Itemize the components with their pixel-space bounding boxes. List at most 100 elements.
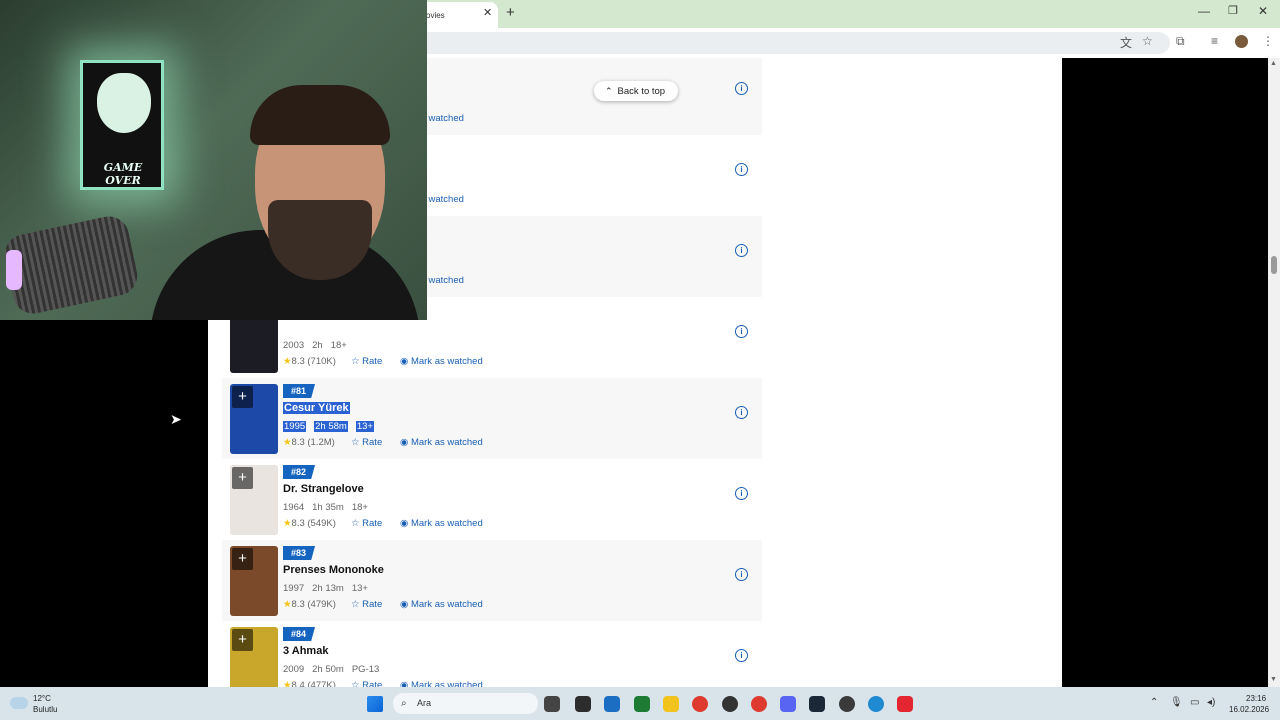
scroll-down-arrow-icon[interactable]: ▼ <box>1270 676 1277 683</box>
address-bar[interactable] <box>400 32 1170 54</box>
movie-actions: ★8.3 (549K) ☆ Rate ◉ Mark as watched <box>283 518 483 529</box>
close-window-button[interactable]: ✕ <box>1258 4 1268 18</box>
microphone-icon[interactable]: 🎙 <box>1170 697 1183 708</box>
movie-duration: 1h 35m <box>312 502 344 513</box>
translate-icon[interactable]: 文 <box>1120 34 1132 51</box>
chrome-icon[interactable] <box>692 696 708 712</box>
taskbar-search[interactable]: ⌕ Ara <box>393 693 538 714</box>
capcut-icon[interactable] <box>575 696 591 712</box>
movie-year: 1997 <box>283 583 305 594</box>
rank-badge: #82 <box>283 465 316 479</box>
movie-votes: (710K) <box>307 356 336 367</box>
rate-label: Rate <box>362 356 383 367</box>
mark-as-watched-button[interactable]: ◉ Mark as watched <box>400 680 483 687</box>
chrome-active-icon[interactable] <box>751 696 767 712</box>
eye-icon: ◉ <box>400 437 411 448</box>
mark-as-watched-label: Mark as watched <box>410 680 483 687</box>
info-icon[interactable]: i <box>735 163 748 176</box>
movie-meta: 1995 2h 58m 13+ <box>283 421 382 432</box>
add-to-watchlist-icon[interactable]: + <box>232 548 253 570</box>
info-icon[interactable]: i <box>735 244 748 257</box>
rank-badge: #84 <box>283 627 316 641</box>
movie-meta: 2003 2h 18+ <box>283 340 355 351</box>
tray-chevron-icon[interactable]: ⌃ <box>1150 697 1158 708</box>
rate-button[interactable]: ☆ Rate <box>351 599 382 610</box>
app-icon[interactable] <box>839 696 855 712</box>
movie-actions: ★8.3 (479K) ☆ Rate ◉ Mark as watched <box>283 599 483 610</box>
scroll-up-arrow-icon[interactable]: ▲ <box>1270 60 1277 67</box>
chatgpt-icon[interactable] <box>722 696 738 712</box>
edge-icon[interactable] <box>868 696 884 712</box>
add-to-watchlist-icon[interactable]: + <box>232 386 253 408</box>
tab-close-icon[interactable]: ✕ <box>483 6 492 19</box>
rate-button[interactable]: ☆ Rate <box>351 680 382 687</box>
minimize-button[interactable]: — <box>1198 4 1210 18</box>
movie-title-text: Prenses Mononoke <box>283 564 384 576</box>
mark-as-watched-button[interactable]: ◉ Mark as watched <box>400 518 483 529</box>
task-view-icon[interactable] <box>544 696 560 712</box>
steam-icon[interactable] <box>809 696 825 712</box>
weather-temperature[interactable]: 12°C <box>33 694 51 703</box>
movie-votes: (549K) <box>307 518 336 529</box>
volume-icon[interactable]: ◂) <box>1207 697 1215 708</box>
movie-certificate: 13+ <box>355 421 374 432</box>
info-icon[interactable]: i <box>735 649 748 662</box>
info-icon[interactable]: i <box>735 487 748 500</box>
mark-as-watched-label: Mark as watched <box>410 599 483 610</box>
eye-icon: ◉ <box>400 356 411 367</box>
file-explorer-icon[interactable] <box>663 696 679 712</box>
add-to-watchlist-icon[interactable]: + <box>232 467 253 489</box>
joker-face-graphic <box>97 73 151 133</box>
right-blank-area <box>1062 58 1268 687</box>
discord-icon[interactable] <box>780 696 796 712</box>
clock-time[interactable]: 23:16 <box>1246 694 1266 703</box>
new-tab-button[interactable]: + <box>506 4 515 21</box>
yandex-icon[interactable] <box>897 696 913 712</box>
movie-duration: 2h 50m <box>312 664 344 675</box>
page-scrollbar[interactable]: ▲ ▼ <box>1268 58 1280 687</box>
clock-date[interactable]: 16.02.2026 <box>1229 705 1269 714</box>
cloud-icon[interactable] <box>10 697 28 709</box>
movie-certificate: 13+ <box>351 583 368 594</box>
scrollbar-thumb[interactable] <box>1271 256 1277 274</box>
start-button[interactable] <box>367 696 383 712</box>
mark-as-watched-button[interactable]: ◉ Mark as watched <box>400 599 483 610</box>
mark-as-watched-button[interactable]: ◉ Mark as watched <box>400 356 483 367</box>
rate-label: Rate <box>362 518 383 529</box>
info-icon[interactable]: i <box>735 406 748 419</box>
movie-title[interactable]: 3 Ahmak <box>283 645 328 657</box>
maximize-button[interactable]: ❐ <box>1228 4 1238 17</box>
rate-button[interactable]: ☆ Rate <box>351 356 382 367</box>
rate-button[interactable]: ☆ Rate <box>351 437 382 448</box>
info-icon[interactable]: i <box>735 568 748 581</box>
neon-sign-text: GAME OVER <box>103 161 143 187</box>
movie-title-text: Dr. Strangelove <box>283 483 364 495</box>
movie-rating: 8.3 <box>291 518 305 529</box>
movie-duration: 2h <box>312 340 323 351</box>
star-icon: ★ <box>283 437 292 448</box>
more-menu-icon[interactable]: ⋮ <box>1262 34 1274 48</box>
mark-as-watched-button[interactable]: ◉ Mark as watched <box>400 437 483 448</box>
extensions-icon[interactable]: ⧉ <box>1176 34 1185 49</box>
add-to-watchlist-icon[interactable]: + <box>232 629 253 651</box>
list-item: + #82 Dr. Strangelove 1964 1h 35m 18+ ★8.3 (54… <box>222 459 762 540</box>
search-icon: ⌕ <box>401 698 407 709</box>
movie-title[interactable]: Prenses Mononoke <box>283 564 384 576</box>
network-icon[interactable]: ▭ <box>1190 697 1199 708</box>
rate-button[interactable]: ☆ Rate <box>351 518 382 529</box>
profile-avatar[interactable] <box>1235 35 1248 48</box>
bookmark-star-icon[interactable]: ☆ <box>1142 34 1153 48</box>
neon-sign: GAME OVER <box>80 60 164 190</box>
movie-title[interactable]: Cesur Yürek <box>283 402 350 414</box>
movie-title[interactable]: Dr. Strangelove <box>283 483 364 495</box>
movie-title-text: 3 Ahmak <box>283 645 329 657</box>
xbox-icon[interactable] <box>634 696 650 712</box>
movie-votes: (477K) <box>307 680 336 687</box>
media-control-icon[interactable]: ≡ <box>1211 34 1218 48</box>
back-to-top-button[interactable]: ⌃ Back to top <box>594 81 678 101</box>
info-icon[interactable]: i <box>735 82 748 95</box>
info-icon[interactable]: i <box>735 325 748 338</box>
movie-certificate: PG-13 <box>351 664 380 675</box>
outlook-icon[interactable] <box>604 696 620 712</box>
weather-description[interactable]: Bulutlu <box>33 705 57 714</box>
